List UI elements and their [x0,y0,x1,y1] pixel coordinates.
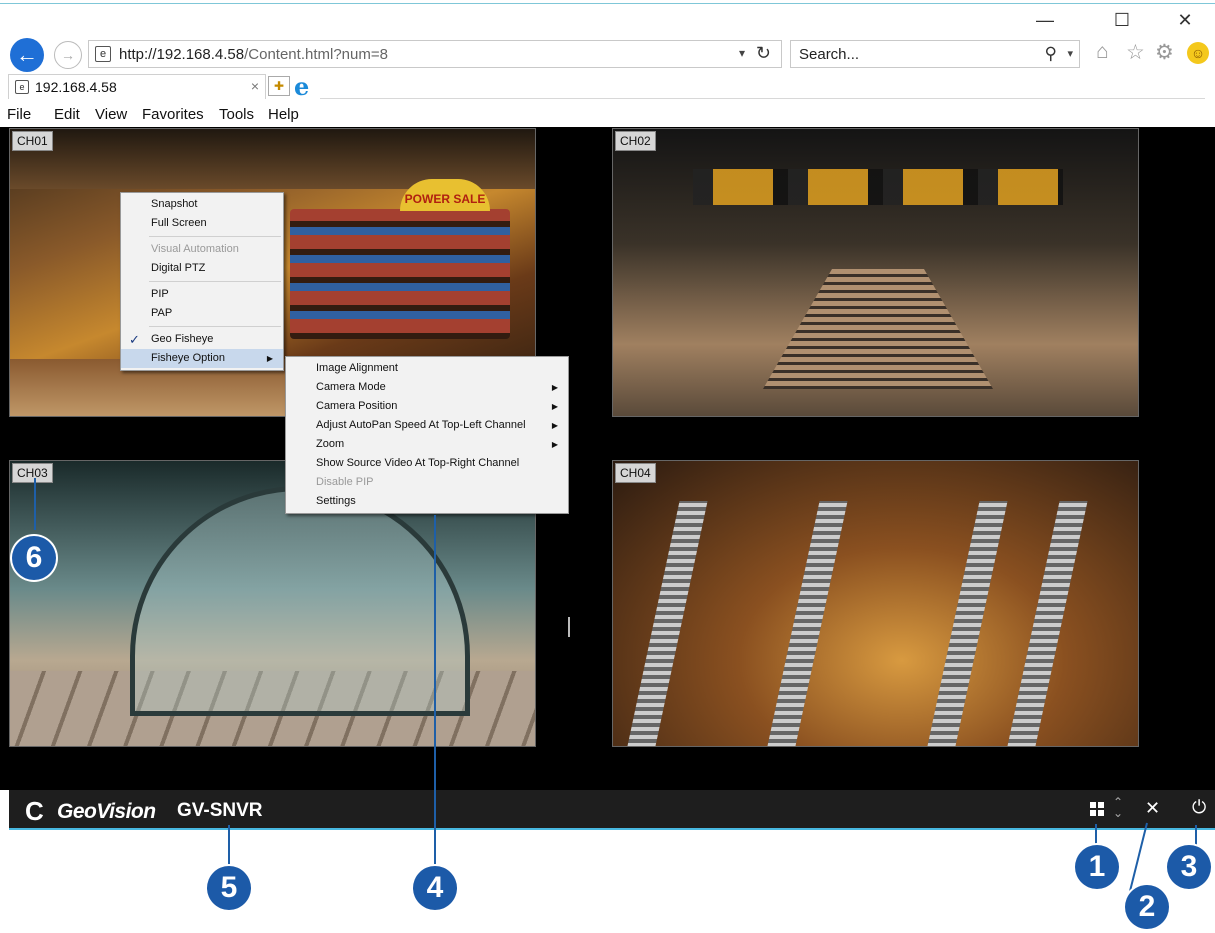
tab-current[interactable]: e 192.168.4.58 × [8,74,266,99]
split-handle[interactable] [568,617,570,637]
channel-label: CH03 [12,463,53,483]
menu-item-image-alignment[interactable]: Image Alignment [286,359,568,378]
product-name: GV-SNVR [177,800,263,821]
revolving-door [130,486,470,716]
menu-item-settings[interactable]: Settings [286,492,568,511]
menu-item-pip[interactable]: PIP [121,285,283,304]
callout-6: 6 [12,536,56,580]
menu-item-full-screen[interactable]: Full Screen [121,214,283,233]
forward-button[interactable]: → [54,41,82,69]
menu-item-visual-automation: Visual Automation [151,243,239,255]
channel-2-video[interactable]: CH02 [612,128,1139,417]
menu-bar: File Edit View Favorites Tools Help [0,104,1215,126]
menu-item-fisheye-option[interactable]: Fisheye Option ▶ [121,349,283,368]
feedback-smiley-icon[interactable]: ☺ [1187,42,1209,64]
escalator [926,501,1008,746]
page-icon: e [95,46,111,62]
channel-label: CH01 [12,131,53,151]
callout-5-leader [228,825,230,870]
callout-3: 3 [1167,845,1211,889]
tab-title: 192.168.4.58 [35,79,117,95]
escalator [1006,501,1088,746]
menu-item-digital-ptz[interactable]: Digital PTZ [121,259,283,278]
menu-separator [149,281,281,282]
layout-grid-icon[interactable] [1090,802,1104,816]
callout-2-leader [1129,822,1148,892]
arrow-right-icon: → [61,47,75,63]
ie-logo-icon[interactable]: e [294,72,309,101]
callout-4: 4 [413,866,457,910]
submenu-arrow-icon: ▶ [551,421,558,430]
search-dropdown-icon[interactable]: ▾ [1067,47,1073,60]
menu-item-pap[interactable]: PAP [121,304,283,323]
menu-separator [149,236,281,237]
url-text: http://192.168.4.58/Content.html?num=8 [119,46,388,63]
channel-label: CH02 [615,131,656,151]
menu-item-camera-position[interactable]: Camera Position ▶ [286,397,568,416]
menu-item-adjust-autopan-speed[interactable]: Adjust AutoPan Speed At Top-Left Channel… [286,416,568,435]
video-shelf [290,209,510,339]
menu-item-snapshot[interactable]: Snapshot [121,195,283,214]
menu-item-zoom[interactable]: Zoom ▶ [286,435,568,454]
video-stairs [763,269,993,389]
escalator [626,501,708,746]
tools-icon[interactable]: ✕ [1145,798,1160,819]
minimize-button[interactable]: — [1030,10,1060,31]
menu-file[interactable]: File [7,106,31,123]
layout-updown-icon[interactable]: ⌃ ⌄ [1113,796,1123,819]
search-icon[interactable]: ⚲ [1045,44,1057,64]
close-button[interactable]: ✕ [1170,10,1200,31]
gear-icon[interactable]: ⚙ [1155,40,1174,65]
tab-close-icon[interactable]: × [251,78,259,94]
top-border [0,3,1215,4]
menu-help[interactable]: Help [268,106,299,123]
tab-row: e 192.168.4.58 × ✚ e [0,72,1215,101]
address-dropdown-icon[interactable]: ▾ [739,46,745,60]
viewer-toolbar: C GeoVision GV-SNVR ⌃ ⌄ ✕ ⏻ [9,790,1215,830]
search-box[interactable]: Search... ⚲ ▾ [790,40,1080,68]
checkmark-icon: ✓ [129,332,140,347]
callout-1: 1 [1075,845,1119,889]
geovision-logo-icon: C [25,796,44,826]
refresh-icon[interactable]: ↻ [756,43,771,64]
menu-item-disable-pip: Disable PIP [316,476,374,488]
new-tab-button[interactable]: ✚ [268,76,290,96]
channel-4-video[interactable]: CH04 [612,460,1139,747]
fisheye-option-submenu: Image Alignment Camera Mode ▶ Camera Posi… [285,356,569,514]
menu-item-show-source-video[interactable]: Show Source Video At Top-Right Channel [286,454,568,473]
tab-divider [320,98,1205,99]
home-icon[interactable]: ⌂ [1096,40,1109,64]
address-bar[interactable]: e http://192.168.4.58/Content.html?num=8… [88,40,782,68]
menu-view[interactable]: View [95,106,127,123]
submenu-arrow-icon: ▶ [551,440,558,449]
channel-context-menu: Snapshot Full Screen Visual Automation D… [120,192,284,371]
channel-label: CH04 [615,463,656,483]
submenu-arrow-icon: ▶ [551,383,558,392]
page-icon: e [15,80,29,94]
escalator [766,501,848,746]
submenu-arrow-icon: ▶ [551,402,558,411]
menu-tools[interactable]: Tools [219,106,254,123]
back-button[interactable]: ← [10,38,44,72]
search-input[interactable]: Search... [799,46,859,63]
favorites-star-icon[interactable]: ☆ [1126,40,1145,65]
maximize-button[interactable]: ☐ [1107,10,1137,31]
brand-name: GeoVision [57,800,156,823]
departure-boards [693,169,1063,205]
menu-edit[interactable]: Edit [54,106,80,123]
submenu-arrow-icon: ▶ [266,354,273,363]
arrow-left-icon: ← [16,42,38,67]
callout-4-leader [434,515,436,880]
menu-favorites[interactable]: Favorites [142,106,204,123]
callout-5: 5 [207,866,251,910]
menu-separator [149,326,281,327]
menu-item-geo-fisheye[interactable]: ✓ Geo Fisheye [121,330,283,349]
power-icon[interactable]: ⏻ [1192,797,1206,818]
callout-2: 2 [1125,885,1169,929]
menu-item-camera-mode[interactable]: Camera Mode ▶ [286,378,568,397]
callout-6-leader [34,478,36,530]
